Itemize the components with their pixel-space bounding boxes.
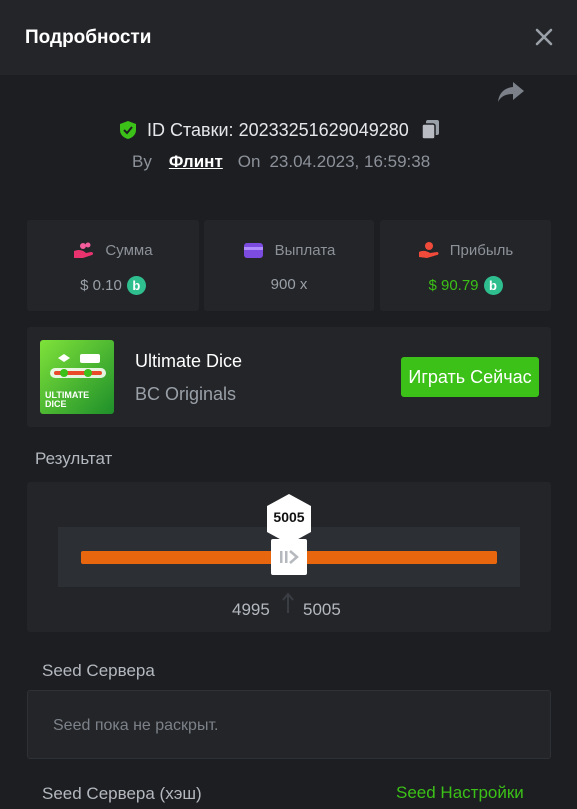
copy-icon[interactable] [421,119,441,141]
bet-id-value: 20233251629049280 [238,119,409,140]
bc-coin-icon: b [126,276,146,295]
range-high: 5005 [303,600,341,619]
profit-label: Прибыль [449,241,514,259]
stat-amount: Сумма $ 0.10 b [27,220,199,311]
stat-profit: Прибыль $ 90.79 b [380,220,551,311]
seed-settings-link[interactable]: Seed Настройки [396,783,524,803]
game-name: Ultimate Dice [135,351,243,371]
thumb-title: ULTIMATE DICE [45,390,90,409]
modal-header: Подробности [0,0,577,75]
result-marker: 5005 [265,493,313,545]
user-link[interactable]: Флинт [169,152,223,172]
bc-coin-icon: b [483,276,503,295]
result-panel: 5005 4995 5005 [27,482,551,632]
result-marker-value: 5005 [273,509,305,525]
slider-grip-icon [280,550,299,564]
share-icon[interactable] [496,79,526,105]
server-seed-hash-label: Seed Сервера (хэш) [42,784,202,803]
server-seed-label: Seed Сервера [42,661,155,680]
game-provider: BC Originals [135,384,237,404]
server-seed-value: Seed пока не раскрыт. [53,717,219,734]
close-icon[interactable] [532,24,556,50]
game-card: ULTIMATE DICE Ultimate Dice BC Originals … [27,327,551,427]
payout-value: 900 x [270,276,308,293]
profit-value: $ 90.79 [428,277,479,294]
shield-check-icon [120,121,136,139]
coins-icon [74,242,94,258]
result-label: Результат [35,449,113,468]
amount-label: Сумма [105,241,153,259]
stat-payout: Выплата 900 x [204,220,374,311]
amount-value: $ 0.10 [80,277,122,294]
modal-title: Подробности [25,27,152,48]
payout-label: Выплата [274,241,336,259]
on-label: On [237,152,261,171]
arrow-up-icon [282,592,294,613]
bet-id-label: ID Ставки: [147,119,234,140]
play-now-button[interactable]: Играть Сейчас [401,357,539,397]
profit-hand-icon [418,242,439,258]
game-thumbnail[interactable]: ULTIMATE DICE [40,340,114,414]
bet-byline: By Флинт On 23.04.2023, 16:59:38 [132,152,430,172]
range-low: 4995 [232,600,270,619]
wallet-icon [243,243,263,258]
bet-id-line: ID Ставки: 20233251629049280 [119,119,441,141]
bet-date: 23.04.2023, 16:59:38 [269,152,431,171]
server-seed-field: Seed пока не раскрыт. [27,690,551,759]
by-label: By [132,152,152,171]
